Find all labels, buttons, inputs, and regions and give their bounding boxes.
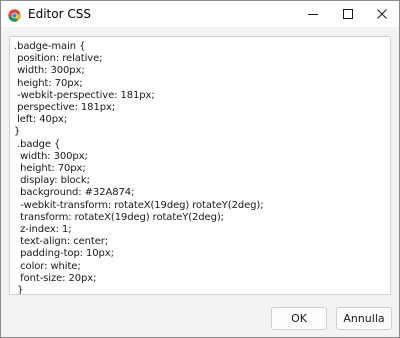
css-code-text[interactable]: .badge-main { position: relative; width:… <box>14 41 264 294</box>
css-editor-dialog: Editor CSS .badge-main { position: relat… <box>0 0 400 338</box>
code-line[interactable]: left: 40px; <box>14 114 67 125</box>
minimize-icon[interactable] <box>296 1 330 27</box>
cancel-button[interactable]: Annulla <box>336 307 392 330</box>
code-line[interactable]: -webkit-transform: rotateX(19deg) rotate… <box>14 200 263 211</box>
close-icon[interactable] <box>365 1 399 27</box>
code-line[interactable]: display: block; <box>14 175 90 186</box>
title-bar[interactable]: Editor CSS <box>1 1 399 27</box>
code-line[interactable]: background: #32A874; <box>14 187 134 198</box>
code-line[interactable]: color: white; <box>14 261 81 272</box>
code-line[interactable]: transform: rotateX(19deg) rotateY(2deg); <box>14 212 224 223</box>
code-line[interactable]: font-size: 20px; <box>14 273 96 284</box>
code-line[interactable]: width: 300px; <box>14 151 88 162</box>
maximize-icon[interactable] <box>331 1 365 27</box>
app-icon <box>8 7 21 22</box>
window-title: Editor CSS <box>28 7 91 21</box>
code-line[interactable]: padding-top: 10px; <box>14 248 114 259</box>
code-line[interactable]: position: relative; <box>14 53 102 64</box>
code-line[interactable]: .badge-main { <box>14 41 85 52</box>
code-line[interactable]: z-index: 1; <box>14 224 72 235</box>
code-line[interactable]: height: 70px; <box>14 163 86 174</box>
code-line[interactable]: perspective: 181px; <box>14 102 115 113</box>
code-line[interactable]: -webkit-perspective: 181px; <box>14 90 155 101</box>
css-code-editor[interactable]: .badge-main { position: relative; width:… <box>9 36 391 295</box>
code-line[interactable]: .badge { <box>14 139 60 150</box>
code-line[interactable]: } <box>14 285 23 294</box>
code-line[interactable]: text-align: center; <box>14 236 108 247</box>
ok-button[interactable]: OK <box>271 307 327 330</box>
code-line[interactable]: height: 70px; <box>14 78 83 89</box>
code-line[interactable]: } <box>14 126 20 137</box>
code-line[interactable]: width: 300px; <box>14 65 85 76</box>
